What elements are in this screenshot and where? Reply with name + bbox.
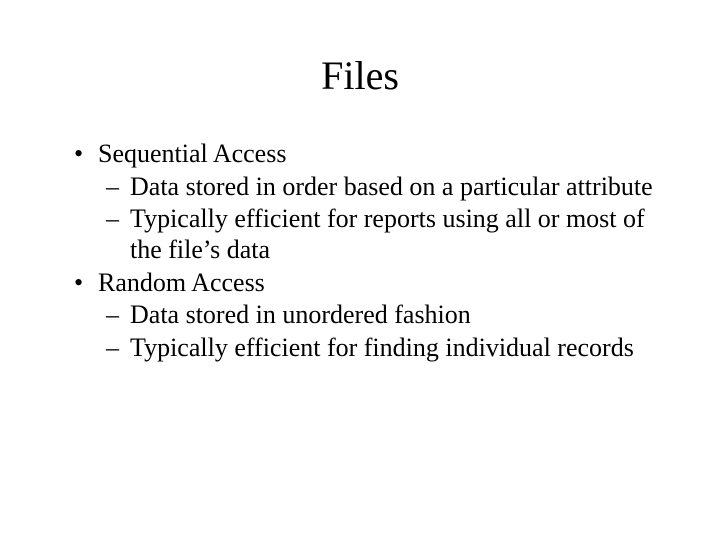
bullet-sequential-access: Sequential Access (70, 139, 660, 170)
bullet-random-access: Random Access (70, 268, 660, 299)
subbullet-data-unordered: Data stored in unordered fashion (70, 300, 660, 331)
subbullet-efficient-individual: Typically efficient for finding individu… (70, 333, 660, 364)
slide-title: Files (0, 0, 720, 119)
subbullet-data-stored-order: Data stored in order based on a particul… (70, 172, 660, 203)
slide-body: Sequential Access Data stored in order b… (0, 119, 720, 364)
subbullet-efficient-reports: Typically efficient for reports using al… (70, 204, 660, 265)
slide: Files Sequential Access Data stored in o… (0, 0, 720, 540)
